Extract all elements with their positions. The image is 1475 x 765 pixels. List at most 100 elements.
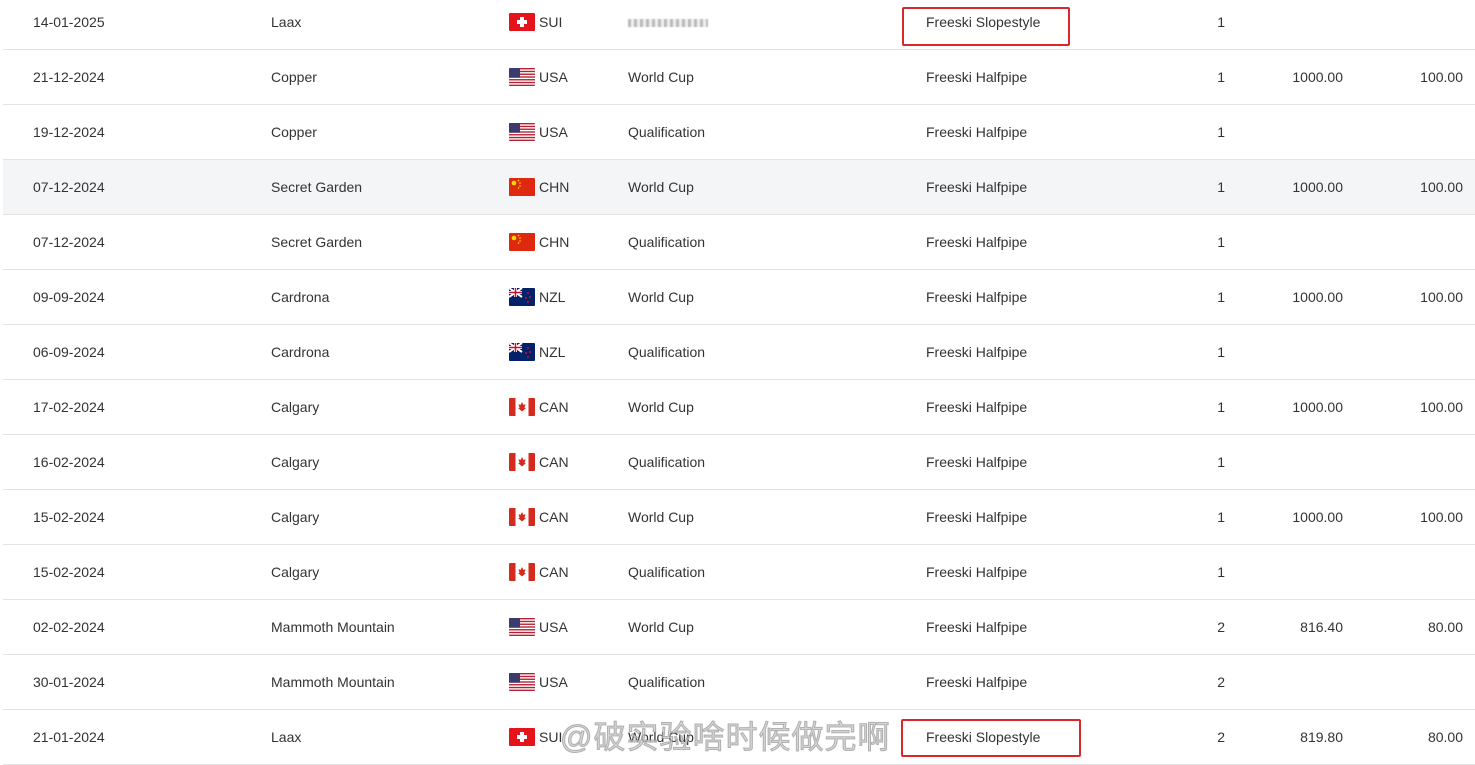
cup-points: 100.00 — [1420, 399, 1463, 415]
place-link[interactable]: Mammoth Mountain — [271, 600, 395, 654]
date: 02-02-2024 — [33, 619, 105, 635]
place-link[interactable]: Calgary — [271, 545, 319, 599]
cup-points: 80.00 — [1427, 729, 1463, 745]
flag-usa-icon — [509, 68, 535, 86]
nation: USA — [539, 674, 568, 690]
discipline: Freeski Halfpipe — [926, 344, 1028, 360]
place-link[interactable]: Secret Garden — [271, 215, 362, 269]
flag-chn-icon — [509, 178, 535, 196]
date: 21-12-2024 — [33, 69, 105, 85]
cup-points: 100.00 — [1420, 69, 1463, 85]
nation: USA — [539, 69, 568, 85]
nation: USA — [539, 124, 568, 140]
table-row[interactable]: 19-12-2024 Copper USA Qualification Free… — [3, 105, 1475, 160]
rank: 1 — [1217, 399, 1225, 415]
date: 15-02-2024 — [33, 509, 105, 525]
place-link[interactable]: Laax — [271, 0, 301, 49]
nation: NZL — [539, 289, 566, 305]
place-link[interactable]: Copper — [271, 105, 317, 159]
rank: 1 — [1217, 454, 1225, 470]
cup-points: 100.00 — [1420, 289, 1463, 305]
category: World Cup — [628, 509, 694, 525]
nation: NZL — [539, 344, 566, 360]
table-row[interactable]: 07-12-2024 Secret Garden CHN Qualificati… — [3, 215, 1475, 270]
place-link[interactable]: Calgary — [271, 435, 319, 489]
discipline: Freeski Halfpipe — [926, 289, 1028, 305]
flag-usa-icon — [509, 123, 535, 141]
table-row[interactable]: 21-12-2024 Copper USA World Cup Freeski … — [3, 50, 1475, 105]
table-row[interactable]: 15-02-2024 Calgary CAN Qualification Fre… — [3, 545, 1475, 600]
place-link[interactable]: Copper — [271, 50, 317, 104]
category: Qualification — [628, 674, 706, 690]
nation: CAN — [539, 399, 569, 415]
place-link[interactable]: Laax — [271, 710, 301, 764]
cup-points: 80.00 — [1427, 619, 1463, 635]
table-row[interactable]: 07-12-2024 Secret Garden CHN World Cup F… — [3, 160, 1475, 215]
highlight-box — [901, 719, 1081, 757]
date: 19-12-2024 — [33, 124, 105, 140]
highlight-box — [902, 7, 1070, 46]
rank: 1 — [1217, 289, 1225, 305]
discipline: Freeski Halfpipe — [926, 564, 1028, 580]
category: Qualification — [628, 234, 706, 250]
table-row[interactable]: 17-02-2024 Calgary CAN World Cup Freeski… — [3, 380, 1475, 435]
results-table: 14-01-2025 Laax SUI Freeski Slopestyle 1… — [3, 0, 1475, 765]
discipline: Freeski Halfpipe — [926, 619, 1028, 635]
nation: USA — [539, 619, 568, 635]
watermark: @破实验啥时候做完啊 — [560, 719, 891, 756]
table-row[interactable]: 30-01-2024 Mammoth Mountain USA Qualific… — [3, 655, 1475, 710]
rank: 1 — [1217, 14, 1225, 30]
date: 16-02-2024 — [33, 454, 105, 470]
discipline: Freeski Halfpipe — [926, 234, 1028, 250]
cup-points: 100.00 — [1420, 509, 1463, 525]
table-row[interactable]: 16-02-2024 Calgary CAN Qualification Fre… — [3, 435, 1475, 490]
category: Qualification — [628, 344, 706, 360]
nation: CHN — [539, 179, 570, 195]
place-link[interactable]: Calgary — [271, 490, 319, 544]
nation: SUI — [539, 729, 563, 745]
table-row[interactable]: 09-09-2024 Cardrona NZL World Cup Freesk… — [3, 270, 1475, 325]
fis-points: 1000.00 — [1292, 179, 1343, 195]
category: World Cup — [628, 69, 694, 85]
rank: 1 — [1217, 564, 1225, 580]
date: 06-09-2024 — [33, 344, 105, 360]
place-link[interactable]: Cardrona — [271, 270, 329, 324]
nation: CHN — [539, 234, 570, 250]
flag-usa-icon — [509, 618, 535, 636]
category — [628, 0, 708, 49]
cup-points: 100.00 — [1420, 179, 1463, 195]
category: World Cup — [628, 399, 694, 415]
date: 30-01-2024 — [33, 674, 105, 690]
discipline: Freeski Halfpipe — [926, 124, 1028, 140]
flag-sui-icon — [509, 13, 535, 31]
table-row[interactable]: 14-01-2025 Laax SUI Freeski Slopestyle 1 — [3, 0, 1475, 50]
nation: CAN — [539, 509, 569, 525]
rank: 1 — [1217, 344, 1225, 360]
fis-points: 1000.00 — [1292, 509, 1343, 525]
place-link[interactable]: Secret Garden — [271, 160, 362, 214]
flag-can-icon — [509, 398, 535, 416]
fis-points: 1000.00 — [1292, 399, 1343, 415]
discipline: Freeski Halfpipe — [926, 509, 1028, 525]
table-row[interactable]: 02-02-2024 Mammoth Mountain USA World Cu… — [3, 600, 1475, 655]
table-row[interactable]: 15-02-2024 Calgary CAN World Cup Freeski… — [3, 490, 1475, 545]
category: World Cup — [628, 289, 694, 305]
nation: SUI — [539, 14, 563, 30]
place-link[interactable]: Mammoth Mountain — [271, 655, 395, 709]
date: 21-01-2024 — [33, 729, 105, 745]
flag-can-icon — [509, 453, 535, 471]
date: 09-09-2024 — [33, 289, 105, 305]
nation: CAN — [539, 564, 569, 580]
discipline: Freeski Halfpipe — [926, 454, 1028, 470]
redacted-text — [628, 19, 708, 28]
category: World Cup — [628, 179, 694, 195]
flag-sui-icon — [509, 728, 535, 746]
place-link[interactable]: Calgary — [271, 380, 319, 434]
flag-usa-icon — [509, 673, 535, 691]
fis-points: 819.80 — [1300, 729, 1343, 745]
date: 15-02-2024 — [33, 564, 105, 580]
rank: 1 — [1217, 234, 1225, 250]
rank: 1 — [1217, 124, 1225, 140]
place-link[interactable]: Cardrona — [271, 325, 329, 379]
table-row[interactable]: 06-09-2024 Cardrona NZL Qualification Fr… — [3, 325, 1475, 380]
